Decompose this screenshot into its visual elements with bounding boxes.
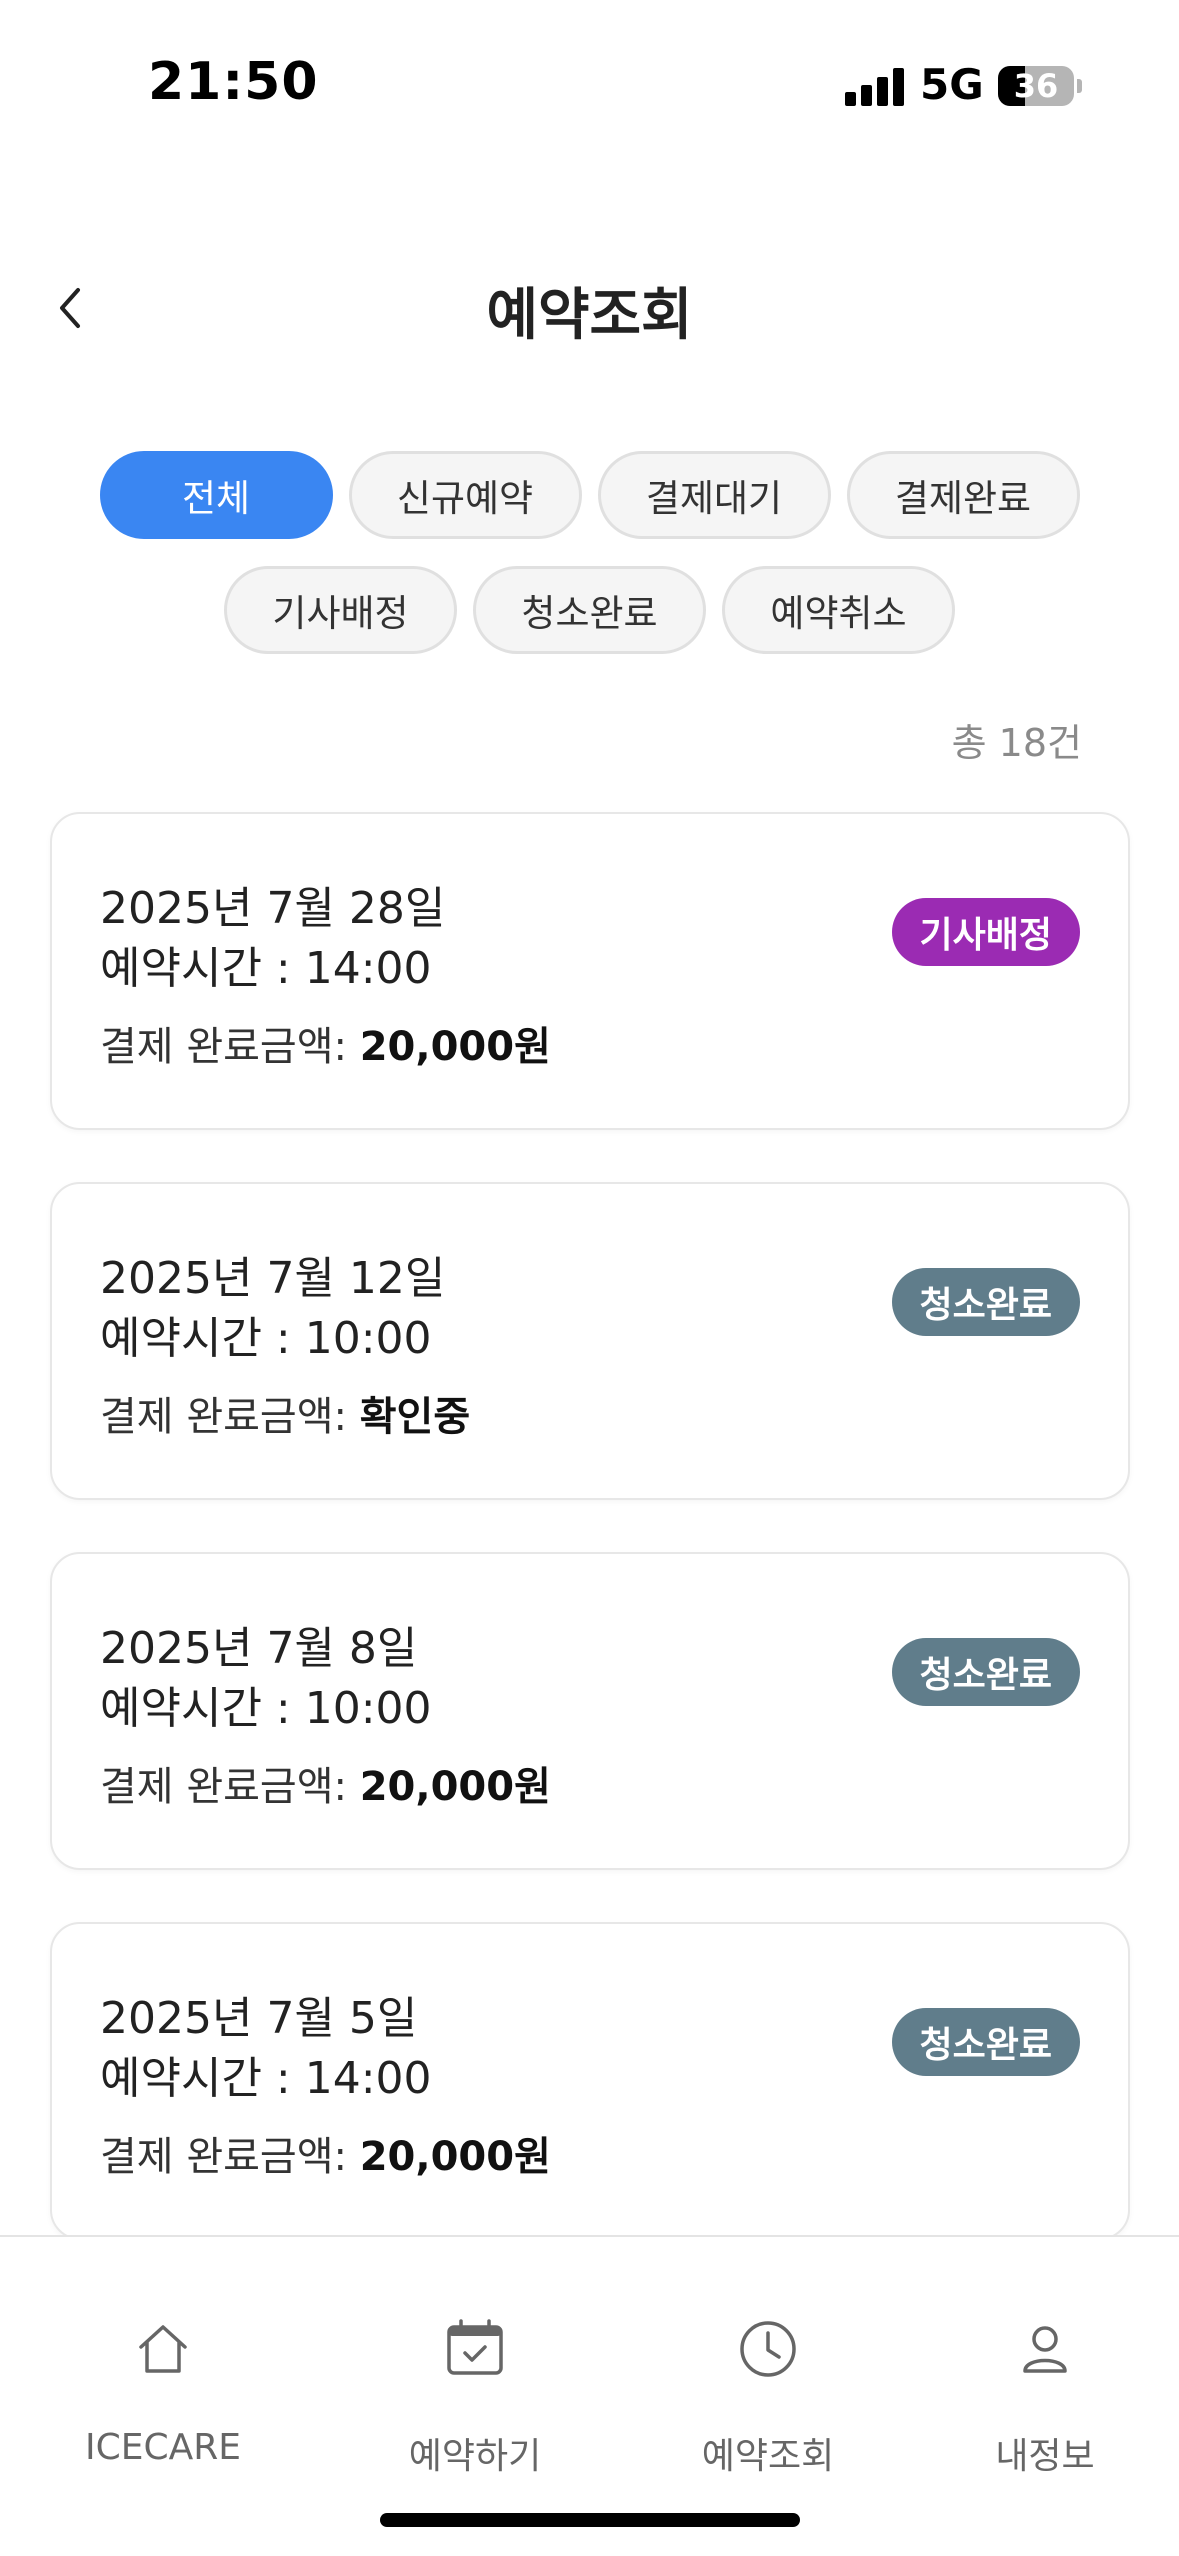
reservation-card[interactable]: 2025년 7월 8일 예약시간 : 10:00 결제 완료금액: 20,000… bbox=[50, 1552, 1130, 1870]
payment-amount-label: 결제 완료금액: bbox=[100, 2134, 360, 2180]
status-time: 21:50 bbox=[148, 52, 319, 112]
home-icon bbox=[139, 2325, 187, 2373]
reservation-time: 예약시간 : 10:00 bbox=[100, 1683, 432, 1734]
filter-row-1: 전체 신규예약 결제대기 결제완료 bbox=[0, 451, 1179, 539]
network-type: 5G bbox=[920, 60, 984, 109]
payment-amount: 결제 완료금액: 20,000원 bbox=[100, 2124, 551, 2182]
payment-amount-label: 결제 완료금액: bbox=[100, 1394, 360, 1440]
payment-amount-value: 20,000원 bbox=[359, 2134, 551, 2180]
reservation-time: 예약시간 : 14:00 bbox=[100, 943, 432, 994]
signal-icon bbox=[845, 68, 905, 106]
filter-chip-payment-complete[interactable]: 결제완료 bbox=[846, 451, 1080, 539]
status-badge: 청소완료 bbox=[891, 2008, 1080, 2076]
nav-item-reserve[interactable]: 예약하기 bbox=[330, 2237, 620, 2477]
filter-chip-cleaning-complete[interactable]: 청소완료 bbox=[473, 566, 706, 654]
reservation-date: 2025년 7월 12일 bbox=[100, 1253, 446, 1304]
filter-chip-cancelled[interactable]: 예약취소 bbox=[722, 566, 955, 654]
bottom-nav: ICECARE 예약하기 예약조회 내정보 bbox=[0, 2235, 1179, 2556]
reservation-date: 2025년 7월 28일 bbox=[100, 883, 446, 934]
nav-label-reserve: 예약하기 bbox=[408, 2436, 542, 2477]
reservation-date: 2025년 7월 8일 bbox=[100, 1623, 418, 1674]
battery-level: 36 bbox=[1013, 67, 1059, 105]
filter-chip-all[interactable]: 전체 bbox=[99, 451, 333, 539]
app-screen: 21:50 5G 36 예약조회 전체 신규예약 결제대기 결제완료 기사배정 … bbox=[0, 0, 1179, 2556]
user-icon bbox=[1023, 2326, 1067, 2373]
reservation-date: 2025년 7월 5일 bbox=[100, 1993, 418, 2044]
status-bar: 21:50 5G 36 bbox=[0, 0, 1179, 160]
reservation-time: 예약시간 : 14:00 bbox=[100, 2053, 432, 2104]
nav-item-profile[interactable]: 내정보 bbox=[900, 2237, 1179, 2477]
status-badge: 청소완료 bbox=[891, 1638, 1080, 1706]
payment-amount: 결제 완료금액: 확인중 bbox=[100, 1384, 470, 1442]
battery-icon: 36 bbox=[998, 66, 1074, 106]
calendar-check-icon bbox=[447, 2319, 503, 2375]
filter-chip-payment-pending[interactable]: 결제대기 bbox=[597, 451, 831, 539]
filter-chip-driver-assigned[interactable]: 기사배정 bbox=[224, 566, 457, 654]
reservation-time: 예약시간 : 10:00 bbox=[100, 1313, 432, 1364]
nav-label-home: ICECARE bbox=[84, 2427, 242, 2468]
nav-item-home[interactable]: ICECARE bbox=[18, 2237, 308, 2468]
reservation-card[interactable]: 2025년 7월 28일 예약시간 : 14:00 결제 완료금액: 20,00… bbox=[50, 812, 1130, 1130]
payment-amount-value: 20,000원 bbox=[359, 1764, 551, 1810]
payment-amount-value: 20,000원 bbox=[359, 1024, 551, 1070]
page-title: 예약조회 bbox=[486, 283, 693, 348]
filter-chip-new[interactable]: 신규예약 bbox=[348, 451, 582, 539]
payment-amount: 결제 완료금액: 20,000원 bbox=[100, 1754, 551, 1812]
nav-label-history: 예약조회 bbox=[701, 2436, 835, 2477]
status-badge: 기사배정 bbox=[891, 898, 1080, 966]
nav-item-history[interactable]: 예약조회 bbox=[623, 2237, 913, 2477]
nav-label-profile: 내정보 bbox=[995, 2436, 1095, 2477]
status-badge: 청소완료 bbox=[891, 1268, 1080, 1336]
filter-row-2: 기사배정 청소완료 예약취소 bbox=[0, 566, 1179, 654]
battery-cap bbox=[1077, 79, 1082, 93]
payment-amount-label: 결제 완료금액: bbox=[100, 1764, 360, 1810]
reservation-card[interactable]: 2025년 7월 5일 예약시간 : 14:00 결제 완료금액: 20,000… bbox=[50, 1922, 1130, 2240]
reservation-card[interactable]: 2025년 7월 12일 예약시간 : 10:00 결제 완료금액: 확인중 청… bbox=[50, 1182, 1130, 1500]
home-indicator[interactable] bbox=[380, 2513, 800, 2527]
clock-icon bbox=[740, 2321, 796, 2377]
total-count: 총 18건 bbox=[951, 721, 1082, 765]
payment-amount-label: 결제 완료금액: bbox=[100, 1024, 360, 1070]
payment-amount: 결제 완료금액: 20,000원 bbox=[100, 1014, 551, 1072]
payment-amount-value: 확인중 bbox=[359, 1394, 471, 1440]
